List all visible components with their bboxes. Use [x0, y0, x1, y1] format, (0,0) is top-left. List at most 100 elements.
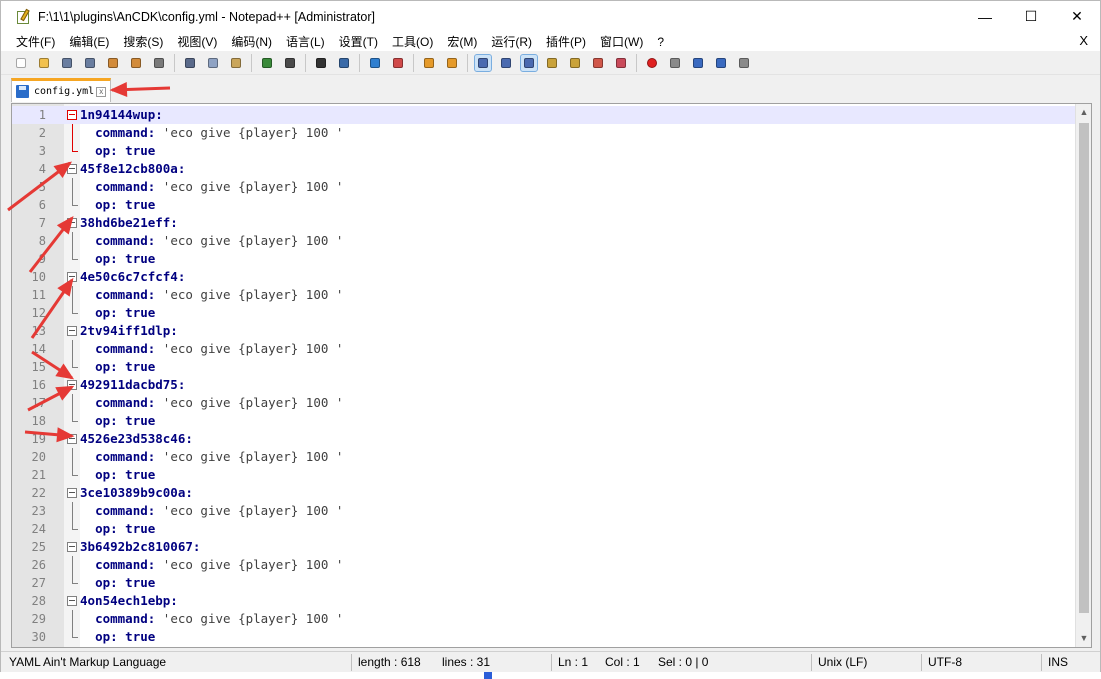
menu-item[interactable]: 设置(T)	[332, 33, 385, 50]
fold-toggle-icon[interactable]	[67, 488, 77, 498]
code-line[interactable]: 4 45f8e12cb800a:	[12, 160, 1076, 178]
menu-item[interactable]: 搜索(S)	[116, 33, 170, 50]
doc-map-icon[interactable]	[544, 55, 560, 71]
maximize-button[interactable]: ☐	[1008, 1, 1054, 32]
find-icon[interactable]	[313, 55, 329, 71]
scroll-thumb[interactable]	[1079, 123, 1089, 613]
record-macro-icon[interactable]	[644, 55, 660, 71]
code-line[interactable]: 12 op: true	[12, 304, 1076, 322]
code-line[interactable]: 27 op: true	[12, 574, 1076, 592]
monitoring-icon[interactable]	[613, 55, 629, 71]
menu-item[interactable]: 插件(P)	[539, 33, 593, 50]
code-line[interactable]: 14 command: 'eco give {player} 100 '	[12, 340, 1076, 358]
code-line[interactable]: 2 command: 'eco give {player} 100 '	[12, 124, 1076, 142]
menu-item[interactable]: 宏(M)	[440, 33, 484, 50]
save-macro-icon[interactable]	[736, 55, 752, 71]
code-line[interactable]: 16 492911dacbd75:	[12, 376, 1076, 394]
copy-icon[interactable]	[205, 55, 221, 71]
word-wrap-icon[interactable]	[474, 53, 492, 72]
menu-item[interactable]: 编码(N)	[224, 33, 279, 50]
undo-icon[interactable]	[259, 55, 275, 71]
close-document-button[interactable]: X	[1079, 33, 1088, 48]
code-line[interactable]: 1 1n94144wup:	[12, 106, 1076, 124]
sync-vertical-icon[interactable]	[421, 55, 437, 71]
function-list-icon[interactable]	[567, 55, 583, 71]
code-line[interactable]: 8 command: 'eco give {player} 100 '	[12, 232, 1076, 250]
editor-area[interactable]: 1 1n94144wup: 2 command: 'eco give {player…	[11, 103, 1092, 648]
cut-icon[interactable]	[182, 55, 198, 71]
close-icon[interactable]	[105, 55, 121, 71]
menu-item[interactable]: 运行(R)	[484, 33, 539, 50]
fold-toggle-icon[interactable]	[67, 326, 77, 336]
show-all-chars-icon[interactable]	[498, 55, 514, 71]
fold-toggle-icon[interactable]	[67, 380, 77, 390]
stop-macro-icon[interactable]	[667, 55, 683, 71]
fold-toggle-icon[interactable]	[67, 272, 77, 282]
menu-item[interactable]: 窗口(W)	[593, 33, 650, 50]
fold-toggle-icon[interactable]	[67, 218, 77, 228]
fold-toggle-icon[interactable]	[67, 164, 77, 174]
yaml-op-entry: op: true	[80, 412, 155, 430]
code-line[interactable]: 18 op: true	[12, 412, 1076, 430]
zoom-in-icon[interactable]	[367, 55, 383, 71]
code-line[interactable]: 23 command: 'eco give {player} 100 '	[12, 502, 1076, 520]
code-line[interactable]: 21 op: true	[12, 466, 1076, 484]
code-line[interactable]: 30 op: true	[12, 628, 1076, 646]
menu-item[interactable]: 文件(F)	[9, 33, 62, 50]
close-window-button[interactable]: ✕	[1054, 1, 1100, 32]
code-line[interactable]: 3 op: true	[12, 142, 1076, 160]
open-file-icon[interactable]	[36, 55, 52, 71]
menu-item[interactable]: 编辑(E)	[62, 33, 116, 50]
scroll-down-icon[interactable]: ▼	[1076, 630, 1091, 647]
fold-toggle-icon[interactable]	[67, 542, 77, 552]
code-line[interactable]: 10 4e50c6c7cfcf4:	[12, 268, 1076, 286]
code-line[interactable]: 11 command: 'eco give {player} 100 '	[12, 286, 1076, 304]
redo-icon[interactable]	[282, 55, 298, 71]
code-line[interactable]: 13 2tv94iff1dlp:	[12, 322, 1076, 340]
print-icon[interactable]	[151, 55, 167, 71]
paste-icon[interactable]	[228, 55, 244, 71]
menu-item[interactable]: 语言(L)	[279, 33, 332, 50]
vertical-scrollbar[interactable]: ▲ ▼	[1075, 104, 1091, 647]
status-encoding[interactable]: UTF-8	[928, 655, 962, 669]
tab-close-button[interactable]: x	[96, 86, 107, 97]
code-line[interactable]: 15 op: true	[12, 358, 1076, 376]
code-line[interactable]: 20 command: 'eco give {player} 100 '	[12, 448, 1076, 466]
sync-horizontal-icon[interactable]	[444, 55, 460, 71]
play-macro-icon[interactable]	[690, 55, 706, 71]
minimize-button[interactable]: —	[962, 1, 1008, 32]
code-line[interactable]: 5 command: 'eco give {player} 100 '	[12, 178, 1076, 196]
code-line[interactable]: 9 op: true	[12, 250, 1076, 268]
status-mode[interactable]: INS	[1048, 655, 1068, 669]
menu-item[interactable]: 视图(V)	[170, 33, 224, 50]
zoom-out-icon[interactable]	[390, 55, 406, 71]
scroll-up-icon[interactable]: ▲	[1076, 104, 1091, 121]
status-eol[interactable]: Unix (LF)	[818, 655, 867, 669]
code-line[interactable]: 19 4526e23d538c46:	[12, 430, 1076, 448]
code-lines[interactable]: 1 1n94144wup: 2 command: 'eco give {player…	[12, 106, 1076, 646]
code-line[interactable]: 17 command: 'eco give {player} 100 '	[12, 394, 1076, 412]
fold-toggle-icon[interactable]	[67, 434, 77, 444]
code-line[interactable]: 7 38hd6be21eff:	[12, 214, 1076, 232]
tab-config-yml[interactable]: config.yml x	[11, 78, 111, 102]
code-line[interactable]: 25 3b6492b2c810067:	[12, 538, 1076, 556]
title-bar[interactable]: F:\1\1\plugins\AnCDK\config.yml - Notepa…	[1, 1, 1100, 32]
code-line[interactable]: 24 op: true	[12, 520, 1076, 538]
new-file-icon[interactable]	[13, 55, 29, 71]
fold-toggle-icon[interactable]	[67, 596, 77, 606]
code-line[interactable]: 22 3ce10389b9c00a:	[12, 484, 1076, 502]
replace-icon[interactable]	[336, 55, 352, 71]
save-icon[interactable]	[59, 55, 75, 71]
code-line[interactable]: 29 command: 'eco give {player} 100 '	[12, 610, 1076, 628]
code-line[interactable]: 26 command: 'eco give {player} 100 '	[12, 556, 1076, 574]
menu-item[interactable]: 工具(O)	[385, 33, 440, 50]
code-line[interactable]: 28 4on54ech1ebp:	[12, 592, 1076, 610]
save-all-icon[interactable]	[82, 55, 98, 71]
run-macro-multiple-icon[interactable]	[713, 55, 729, 71]
indent-guide-icon[interactable]	[520, 53, 538, 72]
close-all-icon[interactable]	[128, 55, 144, 71]
fold-toggle-icon[interactable]	[67, 110, 77, 120]
code-line[interactable]: 6 op: true	[12, 196, 1076, 214]
folder-workspace-icon[interactable]	[590, 55, 606, 71]
menu-item[interactable]: ?	[650, 35, 671, 49]
